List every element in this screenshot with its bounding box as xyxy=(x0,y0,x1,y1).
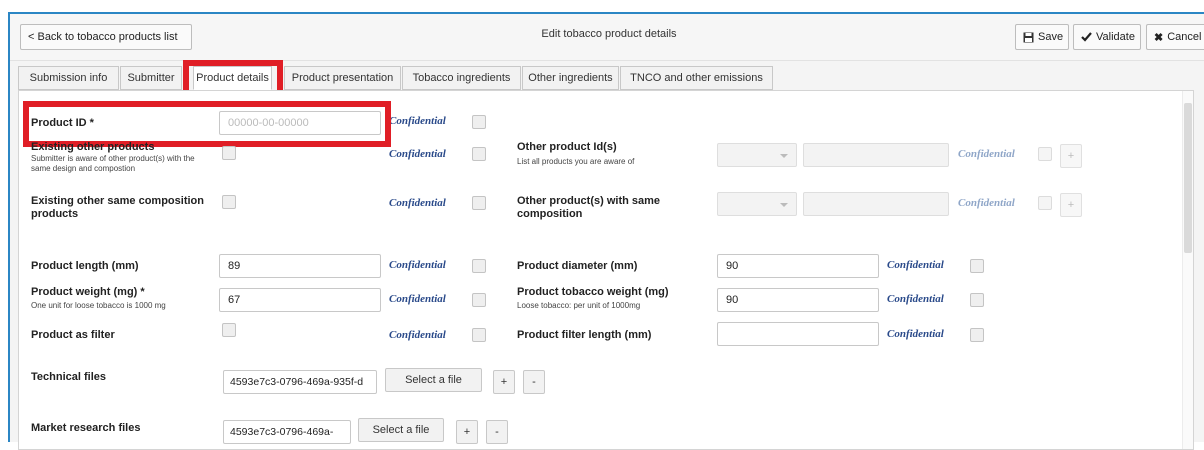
existing-other-confidential-checkbox[interactable] xyxy=(472,147,486,161)
cancel-button[interactable]: ✖ Cancel xyxy=(1146,24,1204,50)
same-comp-confidential-label: Confidential xyxy=(958,197,1015,209)
vertical-scrollbar[interactable] xyxy=(1182,91,1193,449)
top-toolbar: < Back to tobacco products list Edit tob… xyxy=(10,14,1204,61)
product-as-filter-label: Product as filter xyxy=(31,329,115,341)
weight-confidential-label: Confidential xyxy=(389,293,446,305)
validate-label: Validate xyxy=(1096,31,1135,43)
product-tobacco-weight-hint: Loose tobacco: per unit of 1000mg xyxy=(517,301,641,310)
other-ids-confidential-label: Confidential xyxy=(958,148,1015,160)
floppy-icon xyxy=(1023,32,1034,43)
product-weight-hint: One unit for loose tobacco is 1000 mg xyxy=(31,301,166,310)
tab-tnco-emissions[interactable]: TNCO and other emissions xyxy=(620,66,773,90)
same-comp-confidential-checkbox[interactable] xyxy=(1038,196,1052,210)
product-filter-length-label: Product filter length (mm) xyxy=(517,329,652,341)
same-composition-select[interactable] xyxy=(717,192,797,216)
technical-select-file-button[interactable]: Select a file xyxy=(385,368,482,392)
scrollbar-thumb[interactable] xyxy=(1184,103,1192,253)
same-composition-label: Other product(s) with same composition xyxy=(517,195,661,220)
existing-other-products-label: Existing other products xyxy=(31,141,155,153)
as-filter-confidential-label: Confidential xyxy=(389,329,446,341)
technical-files-label: Technical files xyxy=(31,371,106,383)
chevron-down-icon xyxy=(780,154,788,158)
existing-same-composition-label: Existing other same composition products xyxy=(31,195,204,220)
existing-same-confidential-label: Confidential xyxy=(389,197,446,209)
market-select-file-button[interactable]: Select a file xyxy=(358,418,444,442)
existing-same-confidential-checkbox[interactable] xyxy=(472,196,486,210)
same-comp-add-button[interactable]: + xyxy=(1060,193,1082,217)
diameter-confidential-label: Confidential xyxy=(887,259,944,271)
tab-other-ingredients[interactable]: Other ingredients xyxy=(522,66,619,90)
product-weight-input[interactable]: 67 xyxy=(219,288,381,312)
other-product-ids-input[interactable] xyxy=(803,143,949,167)
tab-submission-info[interactable]: Submission info xyxy=(18,66,119,90)
product-id-confidential-label: Confidential xyxy=(389,115,446,127)
other-product-ids-label: Other product Id(s) xyxy=(517,141,617,153)
length-confidential-checkbox[interactable] xyxy=(472,259,486,273)
other-product-ids-hint: List all products you are aware of xyxy=(517,157,635,166)
cancel-label: Cancel xyxy=(1167,31,1202,43)
tab-tobacco-ingredients[interactable]: Tobacco ingredients xyxy=(402,66,521,90)
tobacco-weight-confidential-label: Confidential xyxy=(887,293,944,305)
tab-submitter[interactable]: Submitter xyxy=(120,66,182,90)
save-label: Save xyxy=(1038,31,1064,43)
technical-add-button[interactable]: + xyxy=(493,370,515,394)
tobacco-weight-confidential-checkbox[interactable] xyxy=(970,293,984,307)
product-details-panel: Product ID * 00000-00-00000 Confidential… xyxy=(18,90,1194,450)
tab-product-presentation[interactable]: Product presentation xyxy=(284,66,401,90)
product-tobacco-weight-label: Product tobacco weight (mg) xyxy=(517,286,669,298)
chevron-down-icon xyxy=(780,203,788,207)
existing-other-confidential-label: Confidential xyxy=(389,148,446,160)
market-add-button[interactable]: + xyxy=(456,420,478,444)
filter-length-confidential-checkbox[interactable] xyxy=(970,328,984,342)
save-button[interactable]: Save xyxy=(1015,24,1069,50)
product-filter-length-input[interactable] xyxy=(717,322,879,346)
product-diameter-label: Product diameter (mm) xyxy=(517,260,638,272)
product-as-filter-checkbox[interactable] xyxy=(222,323,236,337)
tab-bar: Submission info Submitter Product detail… xyxy=(18,60,1204,96)
as-filter-confidential-checkbox[interactable] xyxy=(472,328,486,342)
edit-window: < Back to tobacco products list Edit tob… xyxy=(8,12,1204,450)
market-research-file-input[interactable]: 4593e7c3-0796-469a- xyxy=(223,420,351,444)
market-remove-button[interactable]: - xyxy=(486,420,508,444)
existing-other-products-hint: Submitter is aware of other product(s) w… xyxy=(31,154,195,173)
validate-button[interactable]: Validate xyxy=(1073,24,1141,50)
market-research-files-label: Market research files xyxy=(31,422,141,434)
length-confidential-label: Confidential xyxy=(389,259,446,271)
other-product-ids-select[interactable] xyxy=(717,143,797,167)
weight-confidential-checkbox[interactable] xyxy=(472,293,486,307)
product-weight-label: Product weight (mg) * xyxy=(31,286,145,298)
close-icon: ✖ xyxy=(1154,31,1164,44)
existing-other-products-checkbox[interactable] xyxy=(222,146,236,160)
product-diameter-input[interactable]: 90 xyxy=(717,254,879,278)
same-composition-input[interactable] xyxy=(803,192,949,216)
other-ids-confidential-checkbox[interactable] xyxy=(1038,147,1052,161)
checkmark-icon xyxy=(1081,32,1092,42)
existing-same-composition-checkbox[interactable] xyxy=(222,195,236,209)
product-length-input[interactable]: 89 xyxy=(219,254,381,278)
technical-file-input[interactable]: 4593e7c3-0796-469a-935f-d xyxy=(223,370,377,394)
filter-length-confidential-label: Confidential xyxy=(887,328,944,340)
product-id-confidential-checkbox[interactable] xyxy=(472,115,486,129)
diameter-confidential-checkbox[interactable] xyxy=(970,259,984,273)
technical-remove-button[interactable]: - xyxy=(523,370,545,394)
other-ids-add-button[interactable]: + xyxy=(1060,144,1082,168)
product-length-label: Product length (mm) xyxy=(31,260,139,272)
product-tobacco-weight-input[interactable]: 90 xyxy=(717,288,879,312)
